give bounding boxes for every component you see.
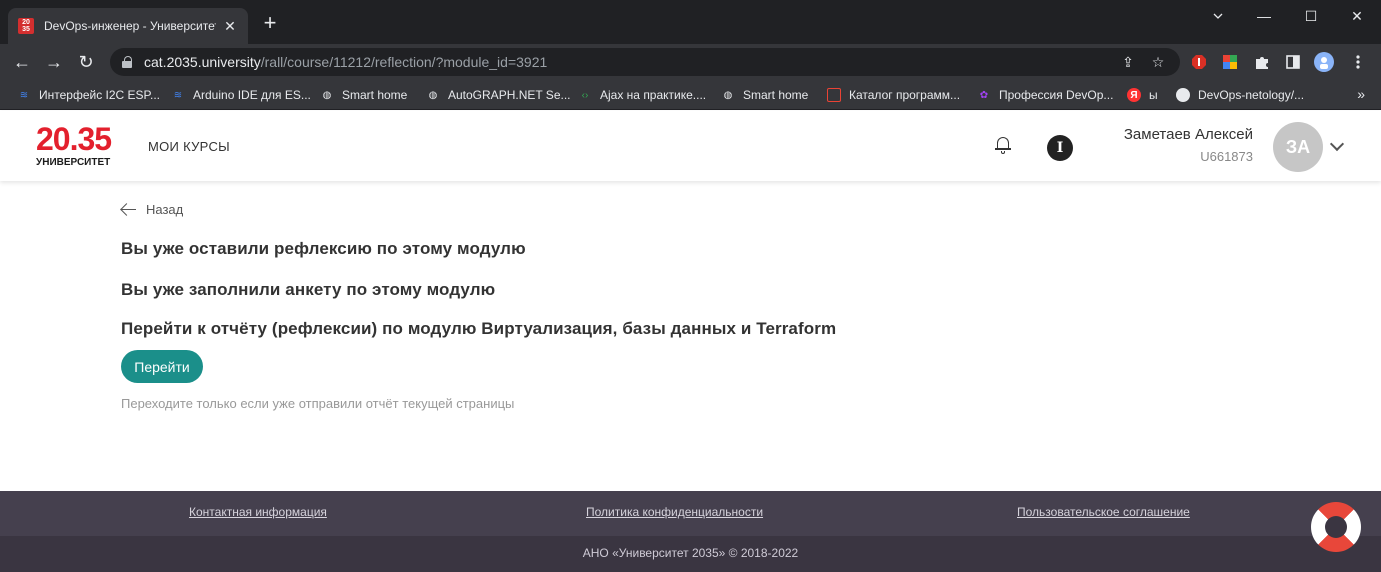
- lock-icon[interactable]: [122, 56, 132, 68]
- wifi-icon: ≋: [19, 89, 29, 101]
- user-agreement-link[interactable]: Пользовательское соглашение: [1017, 505, 1190, 519]
- bookmark-item[interactable]: ◍ Smart home: [320, 86, 408, 104]
- globe-icon: ◍: [322, 89, 332, 101]
- footer-bottom: АНО «Университет 2035» © 2018-2022: [0, 536, 1381, 572]
- info-icon[interactable]: I: [1047, 135, 1073, 161]
- bookmark-label: ы: [1149, 88, 1158, 102]
- globe-icon: ◍: [723, 89, 733, 101]
- bookmark-label: Каталог программ...: [849, 88, 961, 102]
- survey-done-message: Вы уже заполнили анкету по этому модулю: [121, 280, 496, 299]
- bell-icon[interactable]: [994, 135, 1012, 155]
- bookmark-item[interactable]: Я ы: [1127, 86, 1158, 104]
- logo[interactable]: 20.35 УНИВЕРСИТЕТ: [36, 123, 116, 169]
- tab-title: DevOps-инженер - Университет: [44, 19, 216, 33]
- browser-toolbar: ← → ↻ cat.2035.university/rall/course/11…: [0, 44, 1381, 80]
- maximize-button[interactable]: ☐: [1288, 0, 1334, 32]
- reflection-done-message: Вы уже оставили рефлексию по этому модул…: [121, 239, 526, 258]
- close-window-button[interactable]: ✕: [1334, 0, 1380, 32]
- report-link-message: Перейти к отчёту (рефлексии) по модулю В…: [121, 319, 837, 338]
- address-bar[interactable]: cat.2035.university/rall/course/11212/re…: [110, 48, 1180, 76]
- privacy-policy-link[interactable]: Политика конфиденциальности: [586, 505, 763, 519]
- back-nav-button[interactable]: ←: [10, 50, 34, 74]
- tab-close-icon[interactable]: ✕: [222, 18, 238, 35]
- adblock-icon[interactable]: [1189, 52, 1209, 72]
- wifi-icon: ≋: [173, 89, 183, 101]
- bookmark-label: AutoGRAPH.NET Se...: [448, 88, 571, 102]
- hint-text: Переходите только если уже отправили отч…: [121, 396, 515, 411]
- bookmark-item[interactable]: ‹› Ajax на практике....: [578, 86, 706, 104]
- go-button[interactable]: Перейти: [121, 350, 203, 383]
- avatar[interactable]: ЗА: [1273, 122, 1323, 172]
- lifebuoy-icon[interactable]: [1311, 502, 1361, 552]
- minimize-button[interactable]: —: [1241, 0, 1287, 32]
- code-icon: ‹›: [581, 89, 589, 101]
- flower-icon: ✿: [979, 89, 989, 101]
- globe-icon: ◍: [428, 89, 438, 101]
- back-label: Назад: [146, 202, 184, 217]
- university-favicon-icon: 20 35: [18, 18, 34, 34]
- bookmark-item[interactable]: ✿ Профессия DevOp...: [977, 86, 1114, 104]
- catalog-icon: [827, 88, 841, 102]
- chevron-down-icon[interactable]: [1329, 136, 1345, 152]
- bookmark-item[interactable]: ≋ Интерфейс I2C ESP...: [17, 86, 160, 104]
- logo-text: УНИВЕРСИТЕТ: [36, 157, 111, 168]
- bookmark-item[interactable]: ≋ Arduino IDE для ES...: [171, 86, 311, 104]
- browser-titlebar: 20 35 DevOps-инженер - Университет ✕ + —…: [0, 0, 1381, 44]
- contact-info-link[interactable]: Контактная информация: [189, 505, 327, 519]
- tab-search-icon[interactable]: [1195, 0, 1241, 32]
- new-tab-button[interactable]: +: [258, 12, 282, 34]
- user-name: Заметаев Алексей: [1123, 126, 1253, 143]
- url-path: /rall/course/11212/reflection/?module_id…: [260, 54, 548, 70]
- bookmark-item[interactable]: ◍ Smart home: [721, 86, 809, 104]
- bookmark-star-icon[interactable]: ☆: [1150, 54, 1166, 71]
- bookmark-label: Arduino IDE для ES...: [193, 88, 311, 102]
- yandex-icon: Я: [1127, 88, 1141, 102]
- menu-icon[interactable]: [1348, 52, 1368, 72]
- footer-links: Контактная информация Политика конфиденц…: [0, 491, 1381, 536]
- bookmark-label: Smart home: [342, 88, 408, 102]
- logo-number: 20.35: [36, 121, 112, 157]
- bookmark-label: Профессия DevOp...: [999, 88, 1114, 102]
- share-icon[interactable]: ⇪: [1120, 54, 1136, 71]
- copyright: АНО «Университет 2035» © 2018-2022: [582, 546, 799, 560]
- bookmark-label: Ajax на практике....: [600, 88, 707, 102]
- bookmark-label: Smart home: [743, 88, 809, 102]
- arrow-left-icon: [120, 203, 138, 217]
- bookmarks-more-icon[interactable]: »: [1357, 86, 1365, 102]
- colorzilla-icon[interactable]: [1220, 52, 1240, 72]
- bookmark-item[interactable]: DevOps-netology/...: [1176, 86, 1304, 104]
- bookmark-item[interactable]: ◍ AutoGRAPH.NET Se...: [426, 86, 571, 104]
- nav-my-courses[interactable]: МОИ КУРСЫ: [148, 139, 230, 154]
- forward-nav-button[interactable]: →: [42, 50, 66, 74]
- github-icon: [1176, 88, 1190, 102]
- bookmarks-bar: ≋ Интерфейс I2C ESP... ≋ Arduino IDE для…: [0, 80, 1381, 110]
- url-host: cat.2035.university: [144, 54, 261, 70]
- user-id: U661873: [1200, 149, 1253, 164]
- back-link[interactable]: Назад: [120, 202, 183, 217]
- sidepanel-icon[interactable]: [1283, 52, 1303, 72]
- browser-tab[interactable]: 20 35 DevOps-инженер - Университет ✕: [8, 8, 248, 44]
- reload-button[interactable]: ↻: [74, 50, 98, 74]
- profile-icon[interactable]: [1314, 52, 1334, 72]
- bookmark-label: Интерфейс I2C ESP...: [39, 88, 161, 102]
- site-header: 20.35 УНИВЕРСИТЕТ МОИ КУРСЫ I Заметаев А…: [0, 111, 1381, 181]
- bookmark-label: DevOps-netology/...: [1198, 88, 1305, 102]
- bookmark-item[interactable]: Каталог программ...: [827, 86, 960, 104]
- puzzle-icon[interactable]: [1252, 52, 1272, 72]
